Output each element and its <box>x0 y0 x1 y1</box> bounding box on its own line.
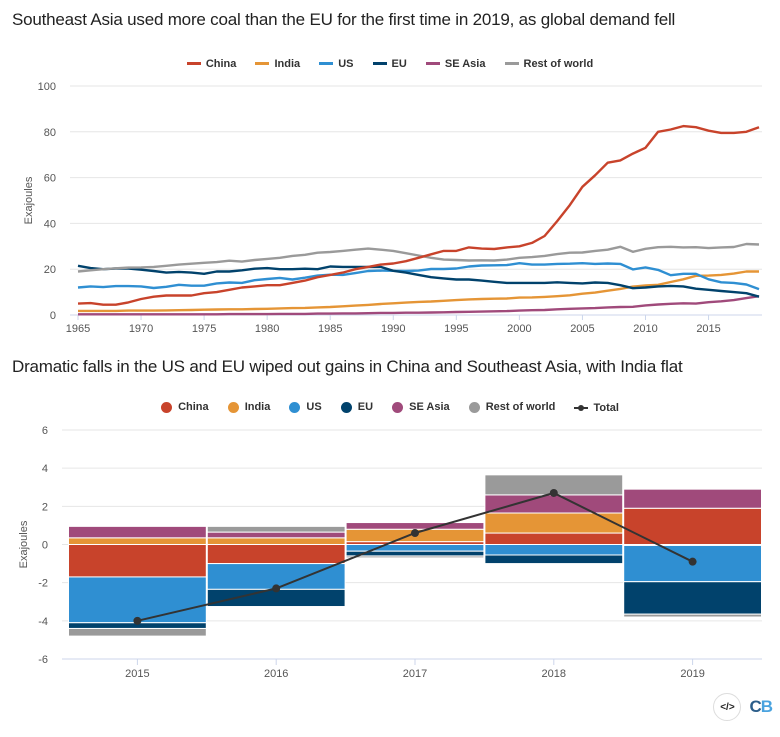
total-point-2018 <box>549 488 558 497</box>
bar-segment-china-2018 <box>484 532 624 545</box>
y-tick-label: -4 <box>38 616 48 628</box>
total-point-2015 <box>133 616 142 625</box>
y-tick-label: -6 <box>38 654 48 666</box>
bar-chart: -6 -4 -2 0 2 4 6 Exajoules 2015 2016 2017 2018 2019 <box>18 425 763 680</box>
bar-segment-india-2016 <box>206 537 346 546</box>
logo-c: C <box>749 697 761 716</box>
bar-segment-se-asia-2019 <box>623 488 763 509</box>
bar-segment-china-2019 <box>623 507 763 546</box>
x-tick-label: 2016 <box>264 668 288 680</box>
bar-segment-se-asia-2018 <box>484 494 624 514</box>
bar-segment-rest-of-world-2019 <box>623 613 763 618</box>
bar-segment-china-2016 <box>206 544 346 565</box>
y-axis-title: Exajoules <box>18 520 30 568</box>
bar-segment-se-asia-2016 <box>206 531 346 539</box>
footer: </> CB <box>713 693 773 721</box>
bar-segment-india-2015 <box>68 537 207 546</box>
bar-segment-us-2015 <box>68 576 207 624</box>
x-tick-label: 2017 <box>403 668 427 680</box>
x-tick-label: 2019 <box>680 668 704 680</box>
y-tick-label: -2 <box>38 578 48 590</box>
bar-segment-rest-of-world-2015 <box>68 627 207 637</box>
bar-segment-eu-2019 <box>623 581 763 615</box>
bar-segment-se-asia-2017 <box>345 522 485 530</box>
y-tick-label: 4 <box>42 463 48 475</box>
y-tick-label: 0 <box>42 540 48 552</box>
y-tick-label: 2 <box>42 501 48 513</box>
x-tick-label: 2018 <box>542 668 566 680</box>
carbon-brief-logo: CB <box>749 697 773 717</box>
total-point-2017 <box>411 529 419 538</box>
logo-b: B <box>760 697 773 716</box>
total-point-2016 <box>272 584 281 593</box>
total-point-2019 <box>688 557 697 566</box>
bar-segment-us-2018 <box>484 544 624 556</box>
y-tick-label: 6 <box>42 425 48 437</box>
embed-code-button[interactable]: </> <box>713 693 742 721</box>
x-tick-label: 2015 <box>125 668 149 680</box>
bar-segment-us-2017 <box>345 544 485 552</box>
bar-segment-rest-of-world-2017 <box>345 555 485 559</box>
bar-segment-se-asia-2015 <box>68 525 207 539</box>
bar-segment-eu-2018 <box>484 554 624 565</box>
bar-segment-china-2015 <box>68 544 207 578</box>
code-icon: </> <box>720 701 735 713</box>
bar-segment-rest-of-world-2016 <box>206 525 346 533</box>
